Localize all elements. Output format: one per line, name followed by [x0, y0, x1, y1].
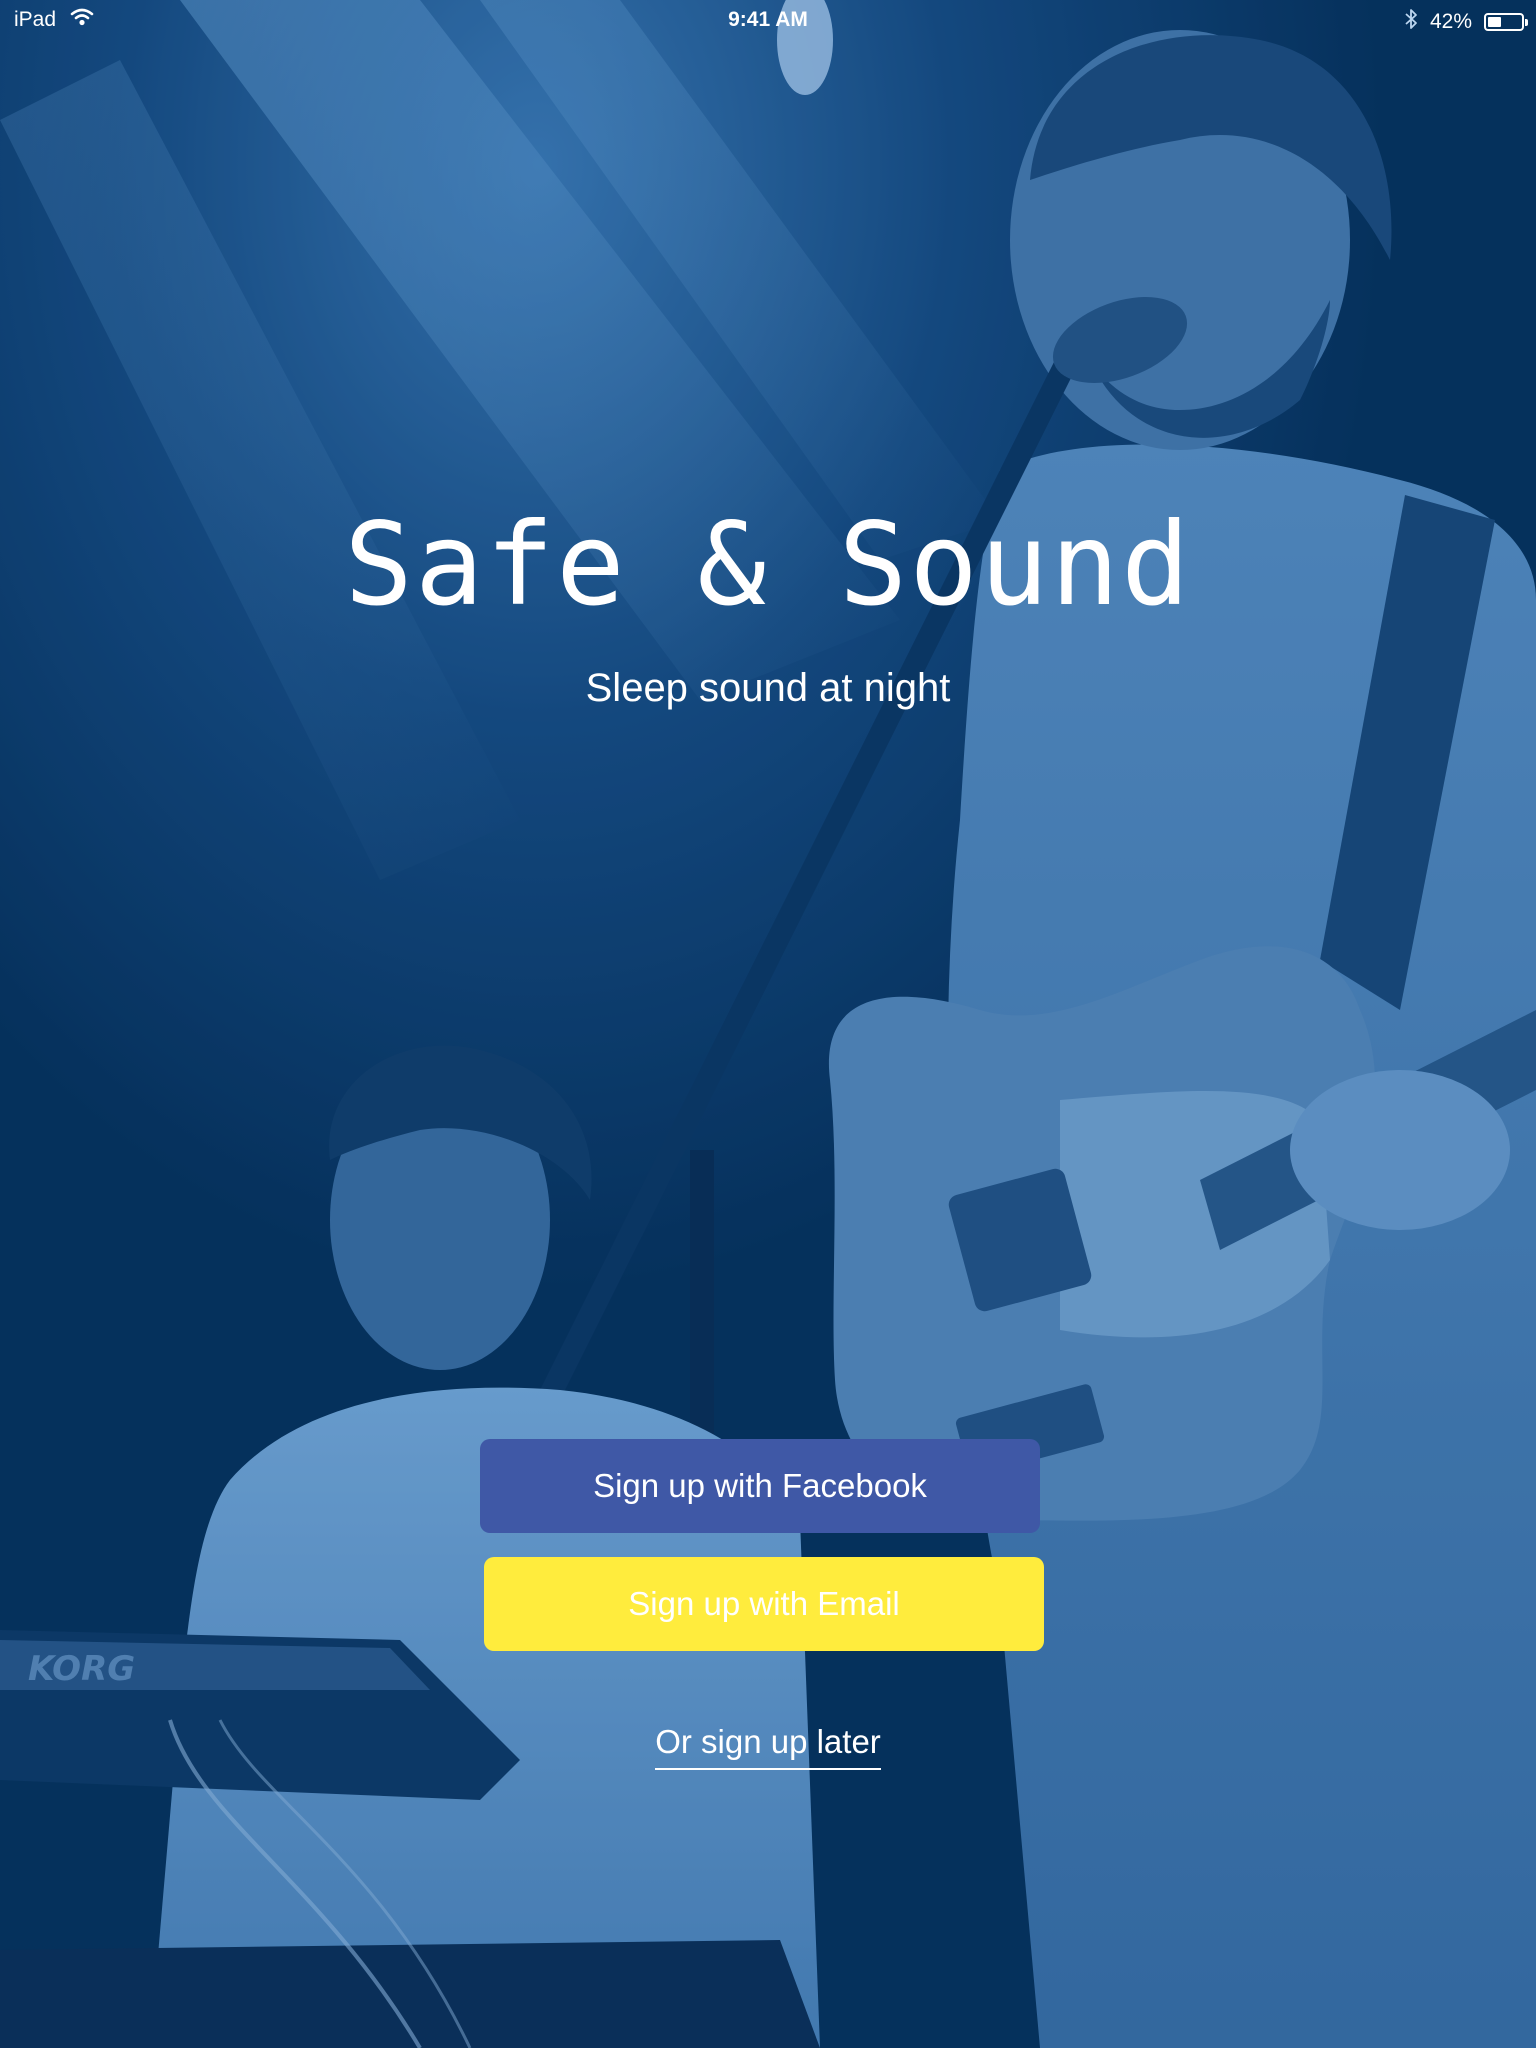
- status-right: 42%: [1404, 8, 1528, 36]
- status-time: 9:41 AM: [728, 8, 808, 31]
- battery-level: [1488, 17, 1501, 27]
- battery-icon: [1484, 13, 1528, 31]
- status-bar: iPad 9:41 AM 42%: [0, 0, 1536, 40]
- signup-later-label: Or sign up later: [655, 1723, 881, 1770]
- welcome-screen: KORG iPad 9:41 AM 42% Safe & Sound Sleep…: [0, 0, 1536, 2048]
- facebook-signup-button[interactable]: Sign up with Facebook: [480, 1439, 1040, 1533]
- bluetooth-icon: [1404, 8, 1418, 36]
- email-signup-label: Sign up with Email: [628, 1585, 900, 1622]
- app-tagline: Sleep sound at night: [585, 666, 951, 710]
- app-title: Safe & Sound: [344, 498, 1192, 631]
- email-signup-button[interactable]: Sign up with Email: [484, 1557, 1044, 1651]
- battery-percent: 42%: [1429, 10, 1472, 33]
- signup-later-link[interactable]: Or sign up later: [0, 1723, 1536, 1770]
- facebook-signup-label: Sign up with Facebook: [593, 1467, 927, 1504]
